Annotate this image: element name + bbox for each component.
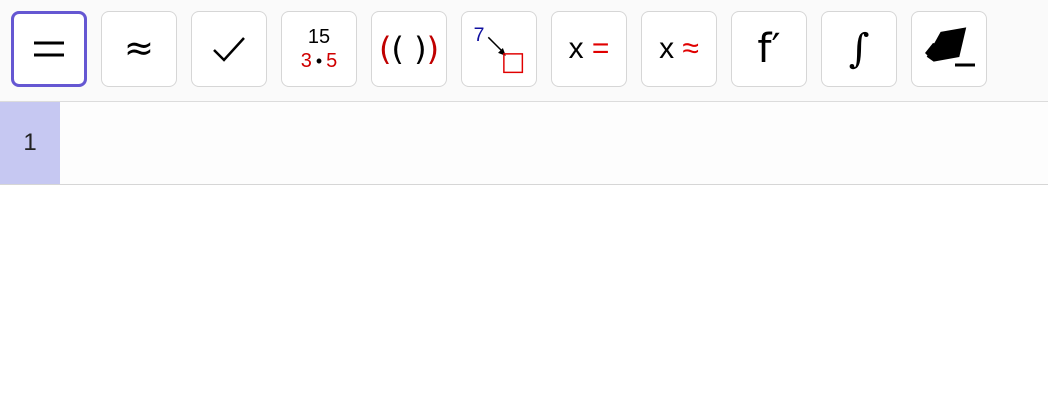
factor-button[interactable]: 15 3 • 5: [281, 11, 357, 87]
solve-operator: =: [591, 32, 610, 65]
substitute-button[interactable]: 7: [461, 11, 537, 87]
paren-close-outer: ): [426, 30, 440, 68]
row-input[interactable]: [60, 102, 1048, 184]
derivative-button[interactable]: f′: [731, 11, 807, 87]
substitute-value: 7: [474, 24, 485, 46]
paren-close-inner: ): [414, 30, 427, 68]
integral-icon: ∫: [848, 26, 870, 72]
eraser-icon: [925, 27, 975, 67]
nsolve-button[interactable]: x ≈: [641, 11, 717, 87]
solve-variable: x: [568, 32, 584, 65]
parentheses-icon: (( )): [379, 33, 439, 65]
nsolve-icon: x ≈: [659, 32, 699, 66]
factor-dot: •: [315, 51, 323, 71]
checkmark-icon: [213, 37, 245, 62]
factor-right: 5: [326, 50, 338, 72]
cas-rows: 1: [0, 102, 1048, 185]
factor-icon: 15 3 • 5: [301, 27, 338, 71]
keep-input-button[interactable]: [191, 11, 267, 87]
solve-button[interactable]: x =: [551, 11, 627, 87]
evaluate-button[interactable]: [11, 11, 87, 87]
nsolve-variable: x: [659, 32, 675, 65]
factor-left: 3: [300, 50, 312, 72]
substitute-icon: 7: [474, 24, 524, 74]
paren-open-inner: (: [391, 30, 404, 68]
cas-row: 1: [0, 102, 1048, 185]
integral-button[interactable]: ∫: [821, 11, 897, 87]
equals-icon: [34, 41, 64, 57]
cas-toolbar: ≈ 15 3 • 5 (( )) 7 x = x ≈ f′ ∫: [0, 0, 1048, 102]
expand-button[interactable]: (( )): [371, 11, 447, 87]
factor-product: 15: [307, 26, 331, 48]
approx-icon: ≈: [123, 28, 155, 69]
row-number[interactable]: 1: [0, 102, 60, 184]
paren-open-outer: (: [378, 30, 392, 68]
nsolve-operator: ≈: [682, 32, 699, 65]
derivative-icon: f′: [757, 26, 781, 72]
numeric-button[interactable]: ≈: [101, 11, 177, 87]
delete-button[interactable]: [911, 11, 987, 87]
factor-factors: 3 • 5: [301, 51, 338, 71]
solve-icon: x =: [569, 32, 610, 66]
